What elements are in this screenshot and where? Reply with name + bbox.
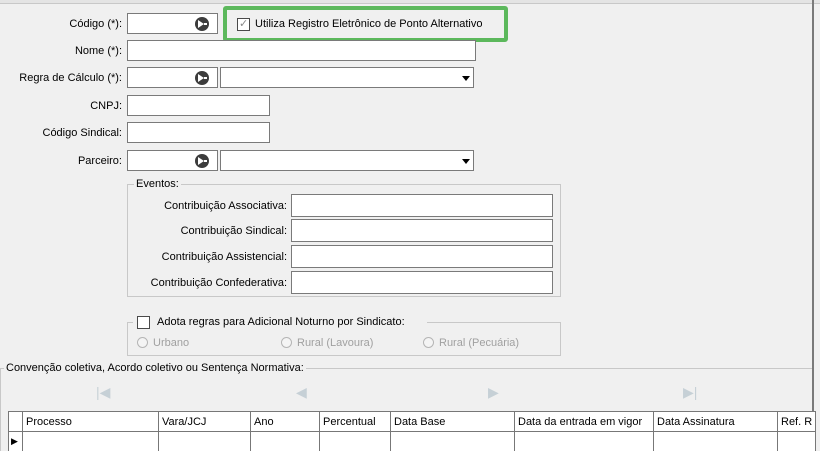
table-cell[interactable] <box>22 431 159 451</box>
convencao-table: Processo Vara/JCJ Ano Percentual Data Ba… <box>8 411 817 451</box>
table-cell[interactable] <box>514 431 654 451</box>
rural-lavoura-label: Rural (Lavoura) <box>297 337 374 349</box>
alt-registro-checkbox[interactable] <box>237 17 250 31</box>
contribuicao-sindical-label: Contribuição Sindical: <box>180 225 287 237</box>
column-header-data-assinatura[interactable]: Data Assinatura <box>653 411 778 432</box>
first-record-icon[interactable]: |◀ <box>96 385 110 399</box>
parceiro-lookup-icon[interactable] <box>195 154 209 168</box>
regra-calculo-label: Regra de Cálculo (*): <box>19 72 122 84</box>
rural-pecuaria-radio[interactable] <box>423 337 434 348</box>
window-right-border <box>812 0 814 451</box>
previous-record-icon[interactable]: ◀ <box>296 385 307 399</box>
nome-input[interactable] <box>127 40 476 61</box>
column-header-data-vigor[interactable]: Data da entrada em vigor <box>514 411 654 432</box>
top-toolbar-strip <box>0 0 820 4</box>
table-cell[interactable] <box>776 431 817 451</box>
table-cell[interactable] <box>158 431 251 451</box>
codigo-lookup-icon[interactable] <box>195 17 209 31</box>
convencao-title: Convenção coletiva, Acordo coletivo ou S… <box>4 362 306 374</box>
codigo-sindical-label: Código Sindical: <box>42 127 123 139</box>
chevron-down-icon[interactable] <box>462 159 470 164</box>
contribuicao-assistencial-input[interactable] <box>291 245 553 268</box>
codigo-sindical-input[interactable] <box>127 122 270 143</box>
contribuicao-associativa-label: Contribuição Associativa: <box>164 200 287 212</box>
column-header-processo[interactable]: Processo <box>22 411 159 432</box>
convencao-group-left-line <box>0 368 1 451</box>
row-indicator-header <box>8 411 23 432</box>
table-cell[interactable] <box>250 431 320 451</box>
parceiro-label: Parceiro: <box>77 155 122 167</box>
cnpj-label: CNPJ: <box>90 100 122 112</box>
contribuicao-associativa-input[interactable] <box>291 194 553 217</box>
codigo-label: Código (*): <box>69 18 122 30</box>
table-header-row: Processo Vara/JCJ Ano Percentual Data Ba… <box>8 411 817 432</box>
adicional-noturno-checkbox[interactable] <box>137 316 150 329</box>
next-record-icon[interactable]: ▶ <box>488 385 499 399</box>
last-record-icon[interactable]: ▶| <box>683 385 697 399</box>
regra-calculo-lookup-icon[interactable] <box>195 71 209 85</box>
contribuicao-confederativa-label: Contribuição Confederativa: <box>150 277 287 289</box>
column-header-data-base[interactable]: Data Base <box>390 411 515 432</box>
nome-label: Nome (*): <box>74 45 122 57</box>
contribuicao-confederativa-input[interactable] <box>291 271 553 294</box>
contribuicao-sindical-input[interactable] <box>291 219 553 242</box>
column-header-vara[interactable]: Vara/JCJ <box>158 411 251 432</box>
adicional-noturno-label: Adota regras para Adicional Noturno por … <box>157 316 405 328</box>
rural-pecuaria-label: Rural (Pecuária) <box>439 337 520 349</box>
table-cell[interactable] <box>319 431 391 451</box>
column-header-ano[interactable]: Ano <box>250 411 320 432</box>
column-header-percentual[interactable]: Percentual <box>319 411 391 432</box>
column-header-ref[interactable]: Ref. R <box>776 411 817 432</box>
urbano-label: Urbano <box>153 337 190 349</box>
cnpj-input[interactable] <box>127 95 270 116</box>
alt-registro-label: Utiliza Registro Eletrônico de Ponto Alt… <box>255 18 483 30</box>
rural-lavoura-radio[interactable] <box>281 337 292 348</box>
table-row[interactable]: ▶ <box>8 431 817 451</box>
parceiro-select[interactable] <box>220 150 474 171</box>
urbano-radio[interactable] <box>137 337 148 348</box>
current-row-indicator-icon: ▶ <box>8 431 23 451</box>
regra-calculo-select[interactable] <box>220 67 474 88</box>
table-cell[interactable] <box>390 431 515 451</box>
contribuicao-assistencial-label: Contribuição Assistencial: <box>161 251 287 263</box>
eventos-title: Eventos: <box>134 178 181 190</box>
chevron-down-icon[interactable] <box>462 76 470 81</box>
table-cell[interactable] <box>653 431 778 451</box>
